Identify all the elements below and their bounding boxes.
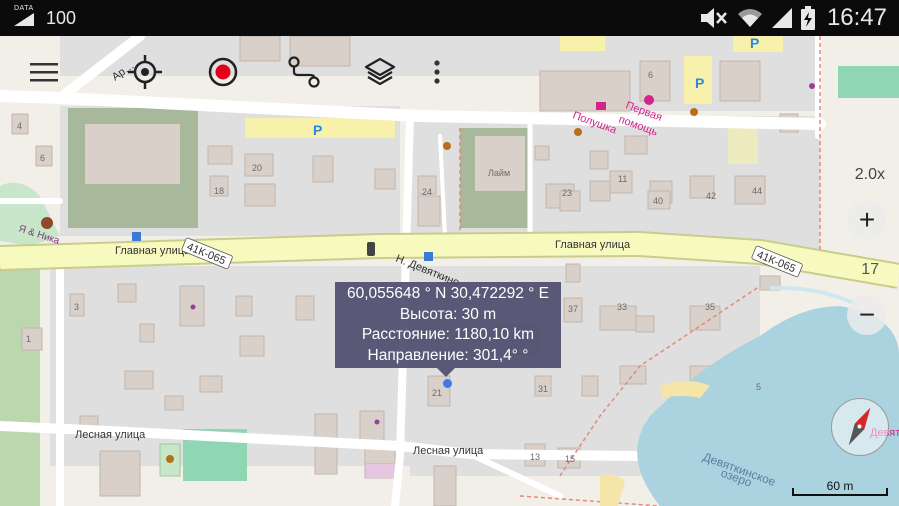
data-indicator: DATA — [14, 5, 34, 12]
menu-icon — [30, 63, 58, 82]
scale-bar-line — [792, 488, 888, 496]
record-track-button[interactable] — [201, 50, 245, 94]
zoom-level-indicator: 17 — [861, 261, 879, 278]
house-number: 18 — [214, 186, 224, 196]
street-label-main-center: Главная улица — [555, 239, 631, 251]
street-label-forest-center: Лесная улица — [413, 445, 484, 457]
house-number: 3 — [74, 302, 79, 312]
battery-charging-icon — [800, 6, 815, 30]
svg-text:P: P — [750, 36, 759, 51]
house-number: 13 — [530, 452, 540, 462]
svg-text:P: P — [695, 75, 704, 91]
layers-button[interactable] — [358, 50, 402, 94]
more-vert-icon — [434, 60, 440, 84]
layers-icon — [364, 57, 396, 86]
house-number: 4 — [17, 121, 22, 131]
popup-altitude: Высота: 30 m — [399, 305, 497, 323]
gps-locate-button[interactable] — [123, 50, 167, 94]
menu-button[interactable] — [22, 50, 66, 94]
house-number: 5 — [756, 382, 761, 392]
svg-text:P: P — [313, 122, 322, 138]
popup-bearing: Направление: 301,4° ° — [367, 346, 529, 364]
map-toolbar — [0, 36, 460, 108]
location-info-popup[interactable]: 60,055648 ° N 30,472292 ° E Высота: 30 m… — [335, 282, 561, 368]
house-number: 35 — [705, 302, 715, 312]
zoom-scale-factor: 2.0x — [854, 166, 885, 183]
house-number: 11 — [618, 174, 627, 184]
house-number: 15 — [565, 454, 575, 464]
status-bar: DATA 100 16:47 — [0, 0, 899, 36]
house-number: 24 — [422, 187, 432, 197]
route-button[interactable] — [282, 50, 326, 94]
house-number: 23 — [562, 188, 572, 198]
house-number: 6 — [648, 70, 653, 80]
zoom-out-button[interactable]: − — [847, 295, 887, 335]
mute-icon — [700, 8, 727, 28]
signal-icon — [771, 8, 792, 28]
zoom-in-button[interactable]: + — [847, 200, 887, 240]
house-number: 40 — [653, 196, 663, 206]
house-number: 1 — [26, 334, 31, 344]
house-number: 33 — [617, 302, 627, 312]
gps-locate-icon — [128, 55, 162, 89]
popup-coordinates: 60,055648 ° N 30,472292 ° E — [347, 285, 549, 302]
record-track-icon — [208, 57, 238, 87]
compass-button[interactable] — [831, 398, 889, 456]
street-label-main-left: Главная улица — [115, 245, 191, 257]
house-number: 37 — [568, 304, 578, 314]
battery-percent: 100 — [46, 8, 77, 28]
clock: 16:47 — [826, 4, 887, 31]
popup-distance: Расстояние: 1180,10 km — [361, 326, 535, 343]
house-number: 21 — [432, 388, 442, 398]
house-number: 20 — [252, 163, 262, 173]
poi-label-laim: Лайм — [488, 168, 510, 178]
more-options-button[interactable] — [415, 50, 459, 94]
compass-icon — [848, 407, 871, 446]
mobile-data-icon — [14, 13, 34, 26]
street-label-forest-left: Лесная улица — [75, 429, 146, 441]
popup-pointer — [437, 368, 455, 377]
house-number: 44 — [752, 186, 762, 196]
route-icon — [288, 56, 320, 88]
house-number: 31 — [538, 384, 548, 394]
scale-bar: 60 m — [792, 478, 888, 496]
house-number: 6 — [40, 153, 45, 163]
location-marker[interactable] — [443, 379, 452, 388]
house-number: 42 — [706, 191, 716, 201]
wifi-icon — [737, 9, 762, 27]
